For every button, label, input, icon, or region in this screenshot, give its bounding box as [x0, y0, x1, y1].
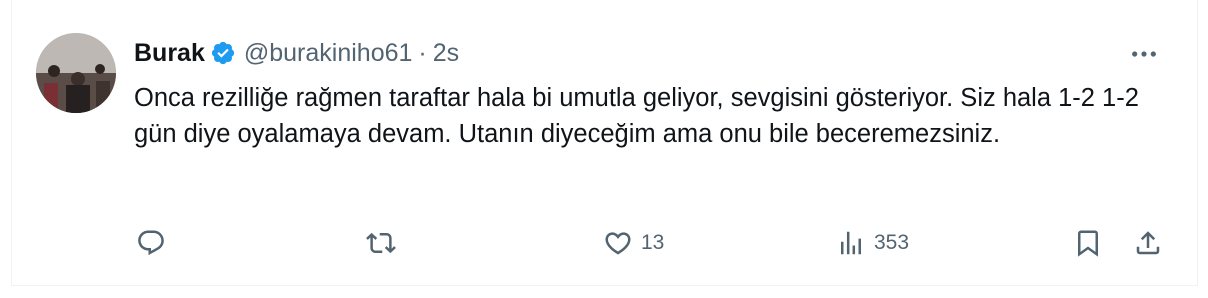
action-bar: 13 353: [12, 222, 1197, 262]
timestamp[interactable]: 2s: [433, 39, 459, 68]
tweet-header: Burak @burakiniho61 · 2s: [134, 36, 459, 70]
avatar[interactable]: [36, 33, 116, 113]
bookmark-button[interactable]: [1073, 226, 1103, 260]
reply-button[interactable]: [136, 226, 166, 260]
retweet-button[interactable]: [366, 226, 396, 260]
avatar-photo: [36, 33, 116, 113]
like-button[interactable]: 13: [603, 226, 664, 260]
views-button[interactable]: 353: [836, 226, 909, 260]
like-count: 13: [641, 231, 665, 254]
share-button[interactable]: [1133, 226, 1163, 260]
tweet-text: Onca rezilliğe rağmen taraftar hala bi u…: [134, 84, 1139, 148]
views-icon: [841, 231, 861, 255]
views-count: 353: [874, 231, 910, 254]
heart-icon: [605, 232, 631, 255]
retweet-icon: [366, 232, 396, 254]
tweet-card[interactable]: Burak @burakiniho61 · 2s Onca rezilliğe …: [11, 0, 1198, 286]
share-icon: [1136, 231, 1160, 255]
reply-icon: [138, 230, 164, 256]
author-name[interactable]: Burak: [134, 39, 205, 68]
author-handle[interactable]: @burakiniho61: [244, 39, 413, 68]
bookmark-icon: [1078, 230, 1098, 257]
verified-badge-icon[interactable]: [210, 40, 236, 66]
separator-dot: ·: [418, 38, 427, 67]
more-options-icon[interactable]: [1126, 42, 1162, 66]
